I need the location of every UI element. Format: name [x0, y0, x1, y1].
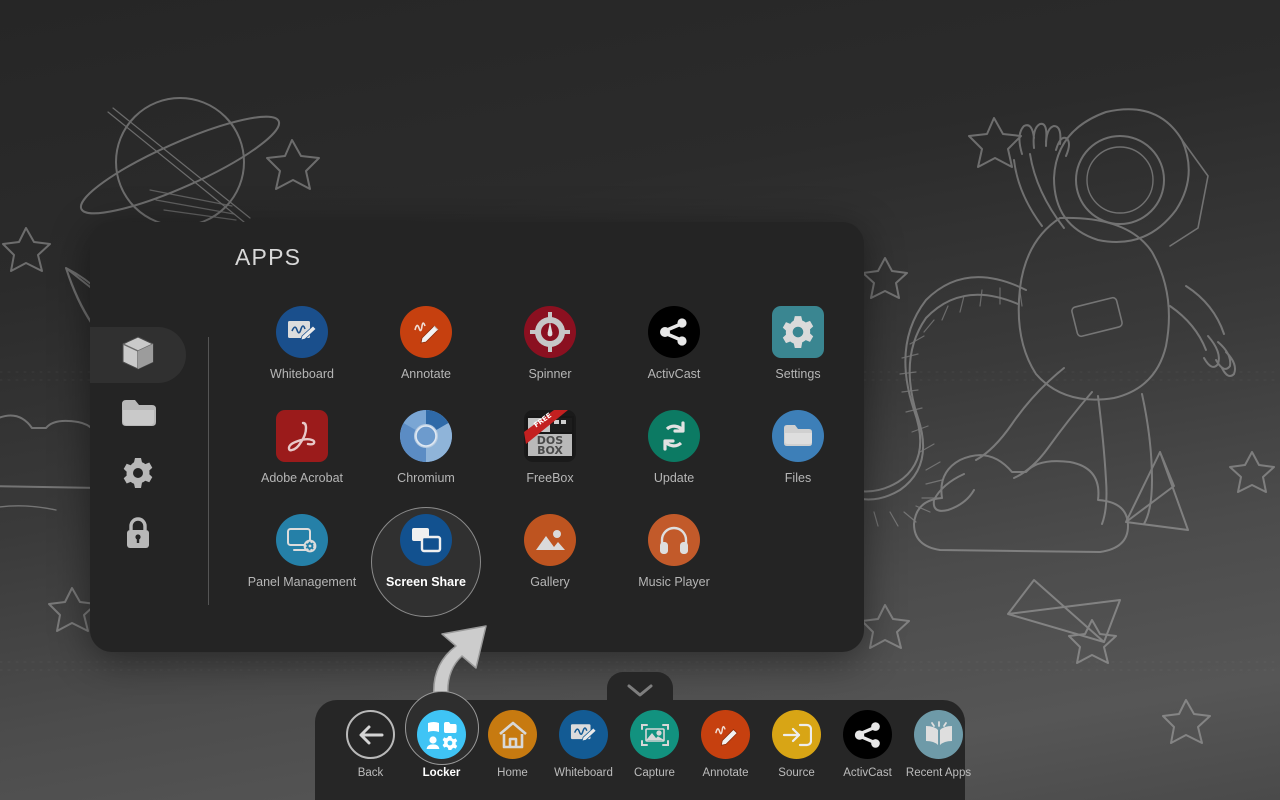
- dock-item-recent-apps[interactable]: Recent Apps: [903, 710, 974, 779]
- dock-label: Capture: [634, 767, 675, 779]
- dock-item-annotate[interactable]: Annotate: [690, 710, 761, 779]
- panel-settings-icon: [276, 514, 328, 566]
- app-tile-update[interactable]: Update: [612, 406, 736, 510]
- panel-sidebar: [90, 327, 186, 567]
- dock-item-home[interactable]: Home: [477, 710, 548, 779]
- dock-label: Recent Apps: [905, 767, 972, 779]
- folder-icon: [772, 410, 824, 462]
- cloud-drawing: [913, 454, 1129, 553]
- source-input-icon: [772, 710, 821, 759]
- acrobat-icon: [276, 410, 328, 462]
- astronaut-drawing: [835, 108, 1236, 527]
- app-tile-spinner[interactable]: Spinner: [488, 302, 612, 406]
- gear-icon: [122, 457, 154, 494]
- app-tile-gallery[interactable]: Gallery: [488, 510, 612, 614]
- app-label: Files: [784, 471, 812, 485]
- folder-icon: [120, 398, 156, 433]
- app-tile-panel-management[interactable]: Panel Management: [240, 510, 364, 614]
- dock-label: Locker: [422, 767, 461, 779]
- svg-text:BOX: BOX: [537, 444, 563, 457]
- dock-item-back[interactable]: Back: [335, 710, 406, 779]
- chevron-down-icon: [627, 684, 653, 697]
- taskbar-dock: Back Locker Home Whiteboard Capture Anno…: [315, 672, 971, 800]
- dosbox-floppy-icon: DOS BOX FREE: [524, 410, 576, 462]
- app-label: Whiteboard: [270, 367, 334, 381]
- app-tile-activcast[interactable]: ActivCast: [612, 302, 736, 406]
- app-label: Update: [653, 471, 695, 485]
- sidebar-item-apps[interactable]: [90, 327, 186, 383]
- app-label: Screen Share: [386, 575, 466, 589]
- chromium-icon: [400, 410, 452, 462]
- app-label: FreeBox: [526, 471, 574, 485]
- app-tile-annotate[interactable]: Annotate: [364, 302, 488, 406]
- dock-label: ActivCast: [843, 767, 892, 779]
- app-label: Settings: [775, 367, 821, 381]
- page-title: APPS: [235, 244, 302, 270]
- apps-panel: APPS Whiteboard Annotate Spinner ActivCa…: [90, 222, 864, 652]
- app-label: Music Player: [638, 575, 710, 589]
- whiteboard-icon: [276, 306, 328, 358]
- dock-label: Annotate: [702, 767, 749, 779]
- app-tile-files[interactable]: Files: [736, 406, 860, 510]
- annotate-pen-icon: [400, 306, 452, 358]
- share-nodes-icon: [648, 306, 700, 358]
- app-label: Chromium: [397, 471, 455, 485]
- app-tile-freebox[interactable]: DOS BOX FREE FreeBox: [488, 406, 612, 510]
- app-label: Spinner: [528, 367, 572, 381]
- desktop-screen: APPS Whiteboard Annotate Spinner ActivCa…: [0, 0, 1280, 800]
- sidebar-item-lock[interactable]: [90, 507, 186, 563]
- share-nodes-icon: [843, 710, 892, 759]
- annotate-pen-icon: [701, 710, 750, 759]
- lock-icon: [124, 516, 152, 555]
- apps-grid: Whiteboard Annotate Spinner ActivCast Se…: [240, 302, 860, 617]
- capture-frame-icon: [630, 710, 679, 759]
- dock-label: Source: [778, 767, 815, 779]
- dock-item-activcast[interactable]: ActivCast: [832, 710, 903, 779]
- app-label: Gallery: [530, 575, 570, 589]
- app-tile-whiteboard[interactable]: Whiteboard: [240, 302, 364, 406]
- image-mountain-icon: [524, 514, 576, 566]
- app-tile-chromium[interactable]: Chromium: [364, 406, 488, 510]
- dock-collapse-handle[interactable]: [607, 672, 673, 702]
- app-tile-music-player[interactable]: Music Player: [612, 510, 736, 614]
- dock-label: Home: [497, 767, 528, 779]
- whiteboard-icon: [559, 710, 608, 759]
- dock-item-capture[interactable]: Capture: [619, 710, 690, 779]
- app-tile-adobe-acrobat[interactable]: Adobe Acrobat: [240, 406, 364, 510]
- headphones-icon: [648, 514, 700, 566]
- dock-items: Back Locker Home Whiteboard Capture Anno…: [335, 691, 974, 779]
- app-label: Panel Management: [247, 575, 357, 589]
- spinner-dial-icon: [524, 306, 576, 358]
- screen-share-icon: [400, 514, 452, 566]
- cube-icon: [121, 335, 155, 376]
- dock-label: Back: [357, 767, 384, 779]
- app-tile-screen-share[interactable]: Screen Share: [364, 507, 488, 617]
- sidebar-item-settings[interactable]: [90, 447, 186, 503]
- book-open-icon: [914, 710, 963, 759]
- sidebar-item-files[interactable]: [90, 387, 186, 443]
- home-icon: [488, 710, 537, 759]
- app-tile-empty: [736, 510, 860, 614]
- saturn-drawing: [79, 97, 281, 227]
- sidebar-divider: [208, 337, 209, 605]
- app-label: Annotate: [400, 367, 452, 381]
- dock-item-whiteboard[interactable]: Whiteboard: [548, 710, 619, 779]
- back-arrow-icon: [346, 710, 395, 759]
- dock-label: Whiteboard: [554, 767, 613, 779]
- dock-item-locker[interactable]: Locker: [404, 691, 479, 779]
- refresh-cycle-icon: [648, 410, 700, 462]
- app-label: ActivCast: [647, 367, 701, 381]
- gear-icon: [772, 306, 824, 358]
- app-label: Adobe Acrobat: [260, 471, 343, 485]
- app-tile-settings[interactable]: Settings: [736, 302, 860, 406]
- dock-item-source[interactable]: Source: [761, 710, 832, 779]
- locker-grid-icon: [417, 710, 466, 759]
